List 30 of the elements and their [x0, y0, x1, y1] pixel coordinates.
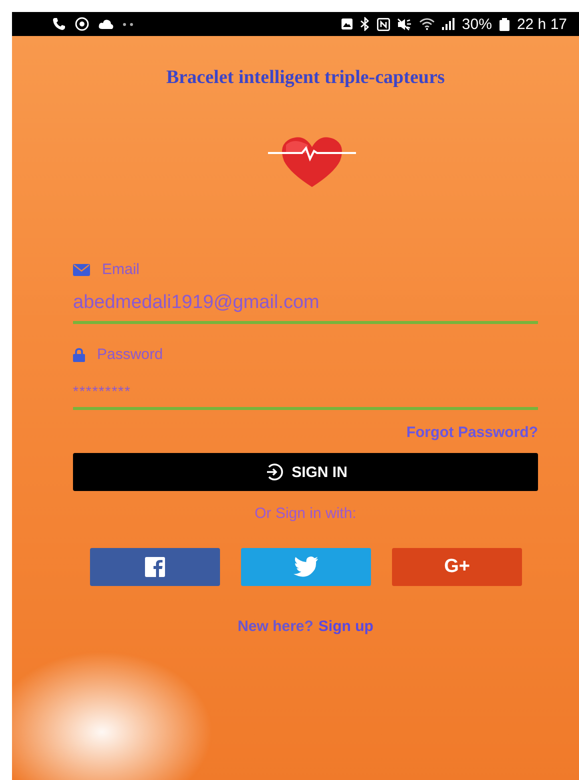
nfc-icon — [376, 18, 390, 30]
twitter-button[interactable] — [241, 548, 371, 586]
forgot-password-link[interactable]: Forgot Password? — [406, 424, 538, 441]
clock-time: 22 h 17 — [516, 16, 567, 32]
phone-icon — [52, 17, 66, 31]
google-plus-button[interactable]: G+ — [392, 548, 522, 586]
image-icon — [340, 18, 353, 30]
facebook-button[interactable] — [90, 548, 220, 586]
password-field[interactable]: ********* — [73, 383, 538, 410]
alternative-sign-in-text: Or Sign in with: — [254, 505, 358, 522]
signup-prompt: New here? — [238, 618, 314, 635]
mail-icon — [73, 264, 90, 276]
sign-in-button[interactable]: SIGN IN — [73, 453, 538, 491]
lock-icon — [73, 348, 85, 362]
signal-icon — [442, 18, 455, 30]
password-label: Password — [97, 346, 163, 363]
cloud-icon — [98, 18, 114, 30]
bluetooth-icon — [360, 17, 370, 31]
more-notifications-icon — [123, 22, 133, 26]
sign-up-link[interactable]: Sign up — [318, 618, 374, 635]
app-title: Bracelet intelligent triple-capteurs — [165, 67, 446, 89]
bird-icon — [292, 556, 320, 578]
battery-icon — [498, 18, 510, 30]
email-field[interactable]: abedmedali1919@gmail.com — [73, 292, 538, 324]
email-label: Email — [102, 261, 140, 278]
facebook-icon — [145, 557, 165, 577]
wifi-icon — [418, 18, 435, 30]
battery-percent: 30% — [462, 16, 492, 32]
target-icon — [75, 17, 89, 31]
mute-icon — [396, 18, 412, 30]
